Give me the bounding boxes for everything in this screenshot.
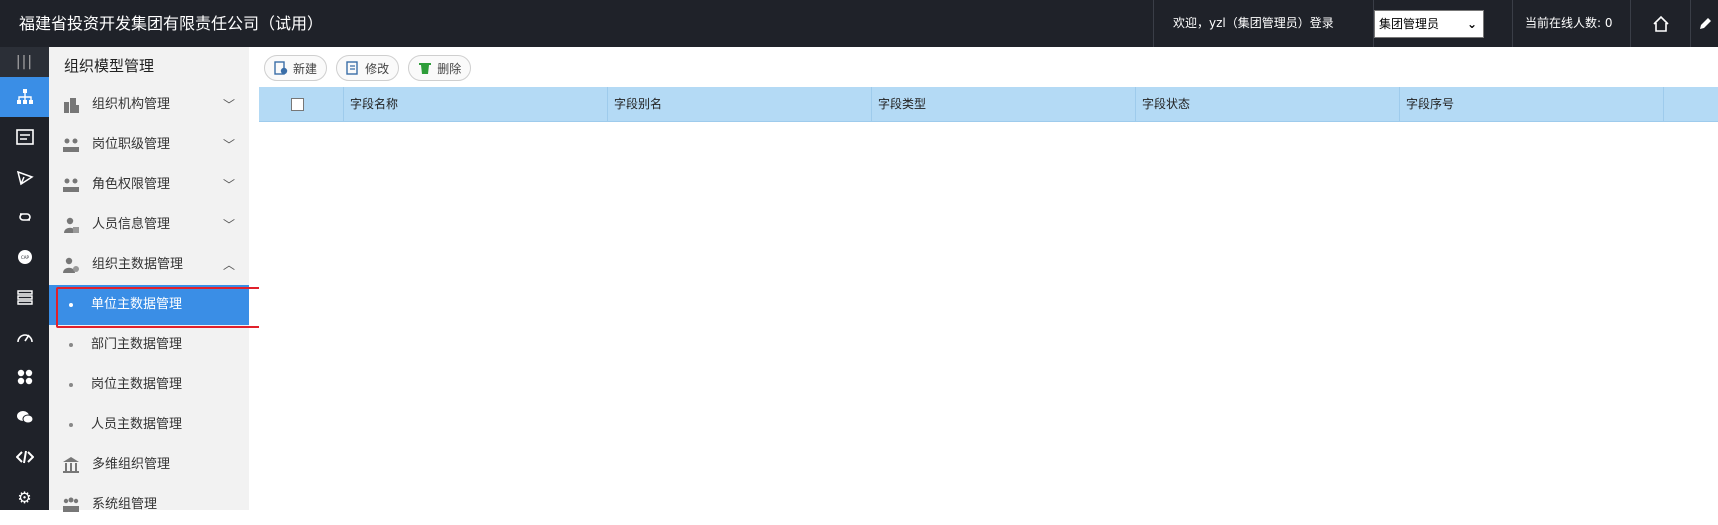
role-select-container: 集团管理员 ⌄ <box>1373 0 1513 47</box>
chevron-down-icon: ﹀ <box>222 218 235 232</box>
building-icon <box>64 98 79 113</box>
sidebar-item-role-permission[interactable]: 角色权限管理 ﹀ <box>49 165 249 205</box>
rail-item-org[interactable] <box>0 77 49 117</box>
rail-item-chat[interactable] <box>0 397 49 437</box>
gauge-icon <box>16 334 33 343</box>
menu-toggle-button[interactable]: ||| <box>0 47 49 77</box>
link-icon <box>18 213 31 221</box>
app-title: 福建省投资开发集团有限责任公司（试用） <box>19 14 324 33</box>
code-icon <box>15 450 34 464</box>
sidebar: 组织模型管理 组织机构管理 ﹀ 岗位职级管理 ﹀ 角色权限管理 ﹀ 人员信息管理… <box>49 47 249 512</box>
sidebar-item-label: 多维组织管理 <box>92 457 171 472</box>
welcome-text: 欢迎，yzl（集团管理员）登录 <box>1153 0 1373 47</box>
chevron-up-icon: ︿ <box>222 258 235 272</box>
chevron-down-icon: ﹀ <box>222 138 235 152</box>
rail-item-send[interactable] <box>0 157 49 197</box>
chevron-down-icon: ⌄ <box>1466 17 1477 31</box>
new-doc-icon <box>274 61 288 75</box>
user-gear-icon <box>63 257 79 273</box>
chat-icon <box>16 411 33 424</box>
rail-item-cap[interactable]: CAP <box>0 237 49 277</box>
bullet-dot <box>69 423 73 427</box>
icon-rail: ||| CAP ⚙ <box>0 47 49 510</box>
sidebar-subitem-position-master-data[interactable]: 岗位主数据管理 <box>49 365 249 405</box>
delete-button[interactable]: 删除 <box>408 55 472 81</box>
sidebar-item-label: 人员信息管理 <box>92 217 171 232</box>
svg-text:CAP: CAP <box>21 255 30 260</box>
rail-item-stack[interactable] <box>0 277 49 317</box>
stack-icon <box>16 290 33 305</box>
group-icon <box>63 497 79 512</box>
bullet-dot <box>69 383 73 387</box>
new-button[interactable]: 新建 <box>264 55 328 81</box>
online-count: 当前在线人数: 0 <box>1512 0 1630 47</box>
toolbar: 新建 修改 删除 <box>249 47 1718 87</box>
select-all-checkbox[interactable] <box>291 98 304 111</box>
sidebar-subitem-label: 人员主数据管理 <box>91 417 183 432</box>
rail-item-gauge[interactable] <box>0 317 49 357</box>
card-icon <box>15 129 34 145</box>
sidebar-item-org-master-data[interactable]: 组织主数据管理 ︿ <box>49 245 249 285</box>
sidebar-item-personnel-info[interactable]: 人员信息管理 ﹀ <box>49 205 249 245</box>
column-header-field-name[interactable]: 字段名称 <box>344 87 608 122</box>
column-header-field-status[interactable]: 字段状态 <box>1136 87 1400 122</box>
people-icon <box>63 138 79 152</box>
menu-icon: ||| <box>15 54 34 70</box>
home-button[interactable] <box>1630 0 1690 47</box>
send-icon <box>16 170 34 186</box>
sidebar-subitem-label: 岗位主数据管理 <box>91 377 183 392</box>
sidebar-subitem-dept-master-data[interactable]: 部门主数据管理 <box>49 325 249 365</box>
bank-icon <box>63 457 79 473</box>
rail-item-code[interactable] <box>0 437 49 477</box>
sidebar-subitem-person-master-data[interactable]: 人员主数据管理 <box>49 405 249 445</box>
data-grid: 字段名称 字段别名 字段类型 字段状态 字段序号 <box>259 87 1718 510</box>
cap-icon: CAP <box>17 250 32 264</box>
delete-button-label: 删除 <box>437 61 462 76</box>
sidebar-item-label: 组织机构管理 <box>92 97 171 112</box>
sidebar-item-label: 角色权限管理 <box>92 177 171 192</box>
grid-header-row: 字段名称 字段别名 字段类型 字段状态 字段序号 <box>259 87 1718 122</box>
top-header: 福建省投资开发集团有限责任公司（试用） 欢迎，yzl（集团管理员）登录 集团管理… <box>0 0 1718 47</box>
rail-item-link[interactable] <box>0 197 49 237</box>
sidebar-item-system-group[interactable]: 系统组管理 <box>49 485 249 525</box>
select-all-cell <box>259 87 344 122</box>
trash-icon <box>419 63 432 74</box>
sidebar-item-label: 组织主数据管理 <box>92 257 184 272</box>
sidebar-subitem-label: 部门主数据管理 <box>91 337 183 352</box>
edit-profile-button[interactable] <box>1690 0 1718 47</box>
column-header-field-type[interactable]: 字段类型 <box>872 87 1136 122</box>
edit-button-label: 修改 <box>365 61 390 76</box>
sidebar-item-label: 岗位职级管理 <box>92 137 171 152</box>
rail-item-card[interactable] <box>0 117 49 157</box>
chevron-down-icon: ﹀ <box>222 178 235 192</box>
org-tree-icon <box>16 89 33 104</box>
gear-icon: ⚙ <box>17 487 32 507</box>
chevron-down-icon: ﹀ <box>222 98 235 112</box>
column-header-field-order[interactable]: 字段序号 <box>1400 87 1664 122</box>
people-icon <box>63 178 79 192</box>
sidebar-item-multi-dim-org[interactable]: 多维组织管理 <box>49 445 249 485</box>
column-header-field-alias[interactable]: 字段别名 <box>608 87 872 122</box>
rail-item-settings[interactable]: ⚙ <box>0 477 49 517</box>
sidebar-title: 组织模型管理 <box>49 47 249 85</box>
user-card-icon <box>64 217 79 233</box>
home-icon <box>1652 15 1669 32</box>
rail-item-apps[interactable] <box>0 357 49 397</box>
bullet-dot <box>69 343 73 347</box>
sidebar-item-position-rank[interactable]: 岗位职级管理 ﹀ <box>49 125 249 165</box>
new-button-label: 新建 <box>293 61 318 76</box>
apps-icon <box>17 369 32 385</box>
edit-doc-icon <box>346 61 358 75</box>
sidebar-item-org-structure[interactable]: 组织机构管理 ﹀ <box>49 85 249 125</box>
role-select-value: 集团管理员 <box>1379 17 1440 31</box>
edit-button[interactable]: 修改 <box>336 55 400 81</box>
pencil-icon <box>1699 17 1711 29</box>
role-select[interactable]: 集团管理员 ⌄ <box>1374 10 1484 38</box>
